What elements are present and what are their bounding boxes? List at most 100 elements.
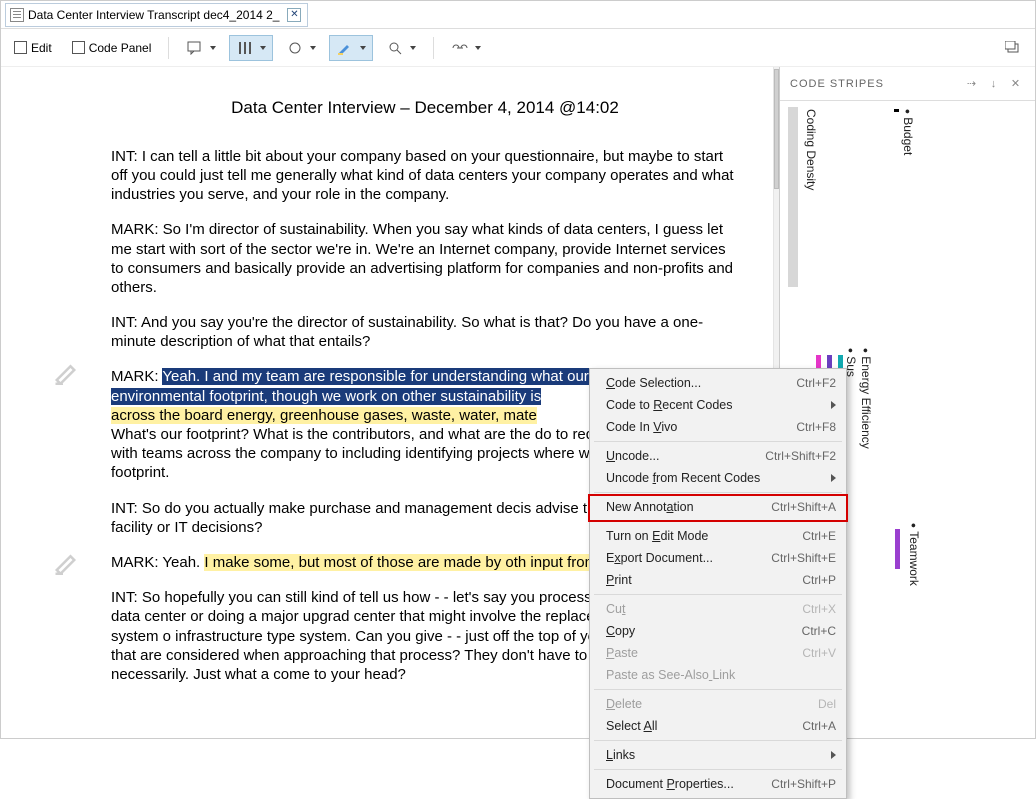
tab-bar: Data Center Interview Transcript dec4_20… <box>1 1 1035 29</box>
layout-icon <box>1004 39 1022 57</box>
menu-item-label: Uncode... <box>606 449 765 463</box>
menu-shortcut: Ctrl+V <box>802 646 836 660</box>
menu-item-label: Export Document... <box>606 551 771 565</box>
highlighter-tool[interactable] <box>329 35 373 61</box>
code-panel-toggle[interactable]: Code Panel <box>65 35 159 61</box>
menu-item[interactable]: PrintCtrl+P <box>592 569 844 591</box>
scroll-thumb[interactable] <box>774 69 779 189</box>
circle-icon <box>286 39 304 57</box>
menu-item[interactable]: Code In VivoCtrl+F8 <box>592 416 844 438</box>
checkbox-icon <box>72 41 85 54</box>
stripe-label: Coding Density <box>804 109 818 190</box>
text: MARK: Yeah. <box>111 554 204 571</box>
annotation-icon <box>186 39 204 57</box>
menu-item-label: Paste <box>606 646 802 660</box>
edit-toggle[interactable]: Edit <box>7 35 59 61</box>
menu-shortcut: Ctrl+Shift+E <box>771 551 836 565</box>
menu-item[interactable]: Uncode...Ctrl+Shift+F2 <box>592 445 844 467</box>
text: MARK: <box>111 368 162 385</box>
menu-item[interactable]: New AnnotationCtrl+Shift+A <box>592 496 844 518</box>
menu-item[interactable]: Export Document...Ctrl+Shift+E <box>592 547 844 569</box>
separator <box>168 37 169 59</box>
document-tab[interactable]: Data Center Interview Transcript dec4_20… <box>5 3 308 27</box>
menu-item[interactable]: CopyCtrl+C <box>592 620 844 642</box>
menu-shortcut: Del <box>818 697 836 711</box>
menu-item-label: Links <box>606 748 825 762</box>
stripe-budget[interactable] <box>894 109 899 112</box>
document-icon <box>10 8 24 22</box>
menu-shortcut: Ctrl+C <box>802 624 836 638</box>
coding-density-bar <box>788 107 798 287</box>
paragraph: MARK: So I'm director of sustainability.… <box>111 220 739 297</box>
menu-item: PasteCtrl+V <box>592 642 844 664</box>
menu-item: CutCtrl+X <box>592 598 844 620</box>
highlighter-marker-icon <box>53 355 83 385</box>
move-left-icon[interactable]: ⇢ <box>963 75 981 93</box>
stripe-label: • Budget <box>900 109 916 155</box>
menu-item[interactable]: Uncode from Recent Codes <box>592 467 844 489</box>
menu-item-label: Delete <box>606 697 818 711</box>
menu-item-label: Turn on Edit Mode <box>606 529 802 543</box>
link-icon <box>451 39 469 57</box>
menu-item[interactable]: Select AllCtrl+A <box>592 715 844 737</box>
separator <box>433 37 434 59</box>
submenu-arrow-icon <box>831 751 836 759</box>
caret-down-icon <box>310 46 316 50</box>
window-layout-button[interactable] <box>997 35 1029 61</box>
panel-header: CODE STRIPES ⇢ ↓ ✕ <box>780 67 1035 101</box>
highlighter-icon <box>336 39 354 57</box>
collapse-icon[interactable]: ↓ <box>985 75 1003 93</box>
coding-stripes-tool[interactable] <box>229 35 273 61</box>
toolbar: Edit Code Panel <box>1 29 1035 67</box>
menu-item: DeleteDel <box>592 693 844 715</box>
menu-item: Paste as See-Also Link <box>592 664 844 686</box>
menu-item-label: Code In Vivo <box>606 420 796 434</box>
paragraph: INT: I can tell a little bit about your … <box>111 147 739 205</box>
menu-item-label: Uncode from Recent Codes <box>606 471 825 485</box>
menu-item[interactable]: Code to Recent Codes <box>592 394 844 416</box>
menu-separator <box>594 521 842 522</box>
menu-shortcut: Ctrl+P <box>802 573 836 587</box>
menu-shortcut: Ctrl+Shift+P <box>771 777 836 791</box>
edit-label: Edit <box>31 41 52 55</box>
menu-separator <box>594 492 842 493</box>
shape-tool[interactable] <box>279 35 323 61</box>
stripe-teamwork[interactable] <box>895 529 900 569</box>
submenu-arrow-icon <box>831 474 836 482</box>
document-title: Data Center Interview – December 4, 2014… <box>111 97 739 119</box>
menu-item[interactable]: Turn on Edit ModeCtrl+E <box>592 525 844 547</box>
menu-separator <box>594 689 842 690</box>
tab-title: Data Center Interview Transcript dec4_20… <box>28 8 279 22</box>
menu-item-label: Document Properties... <box>606 777 771 791</box>
caret-down-icon <box>210 46 216 50</box>
stripes-icon <box>236 39 254 57</box>
menu-separator <box>594 441 842 442</box>
stripe-label: • Teamwork <box>906 523 922 586</box>
selected-text: Yeah. I and my team are responsible for … <box>111 368 665 404</box>
caret-down-icon <box>410 46 416 50</box>
menu-shortcut: Ctrl+F8 <box>796 420 836 434</box>
close-panel-icon[interactable]: ✕ <box>1007 75 1025 93</box>
annotations-tool[interactable] <box>179 35 223 61</box>
menu-item-label: Select All <box>606 719 802 733</box>
menu-separator <box>594 594 842 595</box>
zoom-tool[interactable] <box>379 35 423 61</box>
menu-item[interactable]: Document Properties...Ctrl+Shift+P <box>592 773 844 795</box>
menu-item[interactable]: Links <box>592 744 844 766</box>
menu-shortcut: Ctrl+E <box>802 529 836 543</box>
tab-close-button[interactable]: ✕ <box>287 8 301 22</box>
menu-item-label: Code Selection... <box>606 376 796 390</box>
checkbox-icon <box>14 41 27 54</box>
code-panel-label: Code Panel <box>89 41 152 55</box>
magnifier-icon <box>386 39 404 57</box>
caret-down-icon <box>475 46 481 50</box>
menu-item[interactable]: Code Selection...Ctrl+F2 <box>592 372 844 394</box>
highlighter-marker-icon <box>53 545 83 575</box>
menu-item-label: Cut <box>606 602 802 616</box>
highlighted-text: across the board energy, greenhouse gase… <box>111 407 537 424</box>
menu-separator <box>594 740 842 741</box>
menu-separator <box>594 769 842 770</box>
link-tool[interactable] <box>444 35 488 61</box>
menu-shortcut: Ctrl+A <box>802 719 836 733</box>
context-menu: Code Selection...Ctrl+F2Code to Recent C… <box>589 368 847 799</box>
